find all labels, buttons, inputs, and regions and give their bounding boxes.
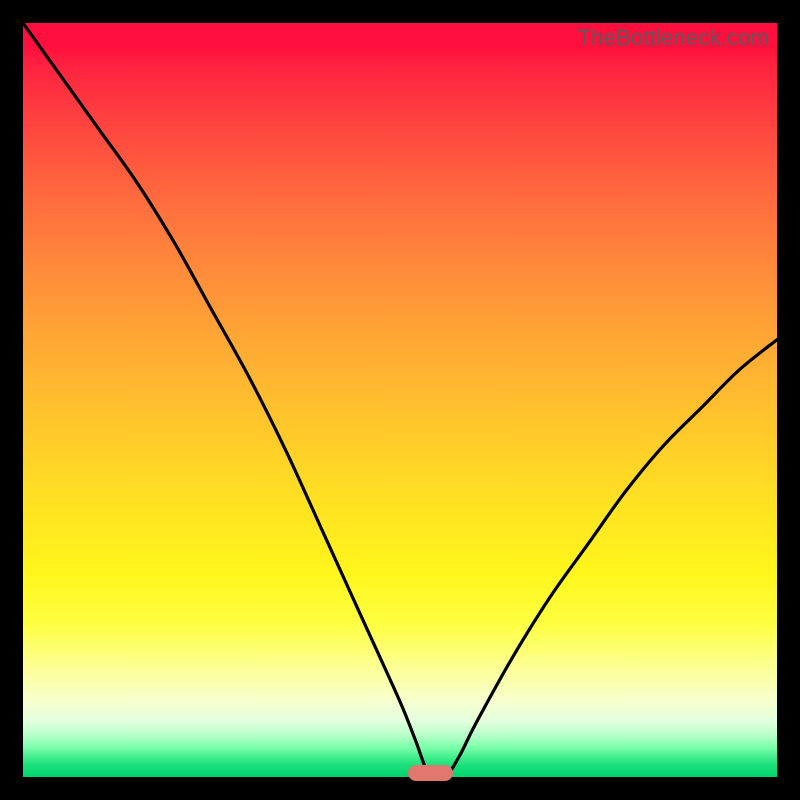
- bottleneck-curve: [23, 23, 777, 777]
- plot-area: TheBottleneck.com: [23, 23, 777, 777]
- optimum-marker: [408, 765, 453, 781]
- chart-frame: TheBottleneck.com: [0, 0, 800, 800]
